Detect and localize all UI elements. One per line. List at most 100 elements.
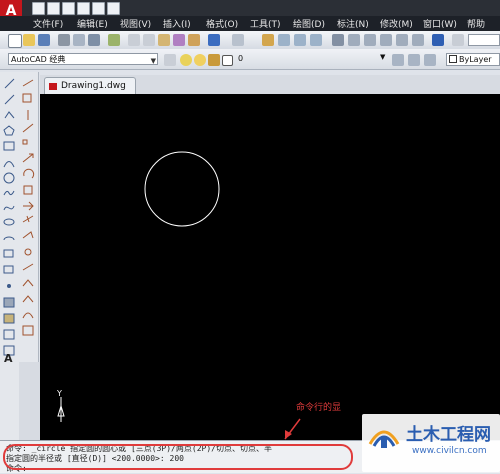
properties-icon[interactable] xyxy=(332,34,344,46)
color-label: ByLayer xyxy=(459,55,492,64)
zoom-window-icon[interactable] xyxy=(294,34,306,46)
layer-previous-icon[interactable] xyxy=(424,54,436,66)
construction-line-icon[interactable] xyxy=(4,94,15,105)
layer-properties-icon[interactable] xyxy=(392,54,404,66)
new-icon[interactable] xyxy=(32,2,45,15)
ellipse-arc-icon[interactable] xyxy=(3,236,15,241)
sheet-set-icon[interactable] xyxy=(380,34,392,46)
make-current-layer-icon[interactable] xyxy=(408,54,420,66)
rectangle-icon[interactable] xyxy=(3,141,15,151)
trim-icon[interactable] xyxy=(22,215,34,223)
menu-view[interactable]: 视图(V) xyxy=(120,17,151,30)
layer-lock-icon[interactable] xyxy=(208,54,220,66)
3d-dwf-icon[interactable] xyxy=(108,34,120,46)
stretch-icon[interactable] xyxy=(23,201,34,211)
zoom-realtime-icon[interactable] xyxy=(278,34,290,46)
document-tab[interactable]: Drawing1.dwg xyxy=(44,77,136,94)
copy-icon[interactable] xyxy=(143,34,155,46)
insert-block-icon[interactable] xyxy=(3,249,14,258)
match-properties-icon[interactable] xyxy=(173,34,185,46)
menu-format[interactable]: 格式(O) xyxy=(206,17,238,30)
annotation-text: 命令行的显 xyxy=(296,403,342,413)
layer-freeze-icon[interactable] xyxy=(194,54,206,66)
menu-file[interactable]: 文件(F) xyxy=(33,17,63,30)
multiline-text-icon[interactable]: A xyxy=(4,352,13,365)
menu-dimension[interactable]: 标注(N) xyxy=(337,17,369,30)
save-icon[interactable] xyxy=(38,34,50,46)
drawing-objects: Y xyxy=(56,151,301,440)
workspace-settings-icon[interactable] xyxy=(164,54,176,66)
spline-icon[interactable] xyxy=(3,205,15,211)
undo-icon[interactable] xyxy=(92,2,105,15)
arc-icon[interactable] xyxy=(3,161,15,168)
color-control[interactable]: ByLayer xyxy=(446,53,500,66)
menu-tools[interactable]: 工具(T) xyxy=(250,17,281,30)
ellipse-icon[interactable] xyxy=(3,218,15,226)
circle-icon[interactable] xyxy=(3,172,15,184)
calculator-icon[interactable] xyxy=(412,34,424,46)
text-style-icon[interactable] xyxy=(452,34,464,46)
open-icon[interactable] xyxy=(47,2,60,15)
text-style-dropdown[interactable] xyxy=(468,34,500,46)
menu-window[interactable]: 窗口(W) xyxy=(423,17,457,30)
chevron-down-icon: ▼ xyxy=(150,57,156,65)
print-icon[interactable] xyxy=(77,2,90,15)
markup-icon[interactable] xyxy=(396,34,408,46)
open-icon[interactable] xyxy=(23,34,35,46)
move-icon[interactable] xyxy=(22,153,34,163)
save-icon[interactable] xyxy=(62,2,75,15)
offset-icon[interactable] xyxy=(22,123,34,133)
menu-edit[interactable]: 编辑(E) xyxy=(77,17,108,30)
layer-dropdown[interactable]: 0 xyxy=(236,53,386,65)
explode-icon[interactable] xyxy=(22,325,34,336)
title-bar xyxy=(0,0,500,16)
region-icon[interactable] xyxy=(3,329,15,340)
menu-draw[interactable]: 绘图(D) xyxy=(293,17,325,30)
erase-icon[interactable] xyxy=(22,79,34,87)
redo-icon[interactable] xyxy=(107,2,120,15)
line-icon[interactable] xyxy=(4,78,15,89)
rotate-icon[interactable] xyxy=(23,168,35,179)
gradient-icon[interactable] xyxy=(3,313,15,324)
menu-modify[interactable]: 修改(M) xyxy=(380,17,413,30)
make-block-icon[interactable] xyxy=(3,265,14,274)
join-icon[interactable] xyxy=(22,279,34,287)
ucs-y-label: Y xyxy=(56,389,62,398)
print-icon[interactable] xyxy=(58,34,70,46)
zoom-previous-icon[interactable] xyxy=(310,34,322,46)
design-center-icon[interactable] xyxy=(348,34,360,46)
block-editor-icon[interactable] xyxy=(188,34,200,46)
redo-icon[interactable] xyxy=(232,34,244,46)
array-icon[interactable] xyxy=(22,139,28,145)
paste-icon[interactable] xyxy=(158,34,170,46)
copy-object-icon[interactable] xyxy=(22,93,32,103)
new-icon[interactable] xyxy=(8,34,22,48)
extend-icon[interactable] xyxy=(22,231,34,239)
undo-icon[interactable] xyxy=(208,34,220,46)
watermark-title: 土木工程网 xyxy=(406,425,491,445)
preview-icon[interactable] xyxy=(73,34,85,46)
break-at-point-icon[interactable] xyxy=(24,248,32,256)
drawn-circle[interactable] xyxy=(144,151,220,227)
hatch-icon[interactable] xyxy=(3,297,15,308)
point-icon[interactable] xyxy=(7,284,11,288)
pan-icon[interactable] xyxy=(262,34,274,46)
fillet-icon[interactable] xyxy=(22,312,34,319)
menu-insert[interactable]: 插入(I) xyxy=(163,17,191,30)
workspace-dropdown[interactable]: AutoCAD 经典 ▼ xyxy=(8,53,158,65)
polygon-icon[interactable] xyxy=(3,125,15,136)
polyline-icon[interactable] xyxy=(4,111,15,119)
tool-palettes-icon[interactable] xyxy=(364,34,376,46)
workspace-label: AutoCAD 经典 xyxy=(11,55,66,64)
scale-icon[interactable] xyxy=(23,185,33,195)
break-icon[interactable] xyxy=(22,263,34,271)
menu-help[interactable]: 帮助 xyxy=(467,17,485,30)
layer-color-icon[interactable] xyxy=(222,55,233,66)
layer-on-icon[interactable] xyxy=(180,54,192,66)
cut-icon[interactable] xyxy=(128,34,140,46)
chamfer-icon[interactable] xyxy=(22,295,34,303)
help-icon[interactable] xyxy=(432,34,444,46)
revision-cloud-icon[interactable] xyxy=(3,190,15,196)
chevron-down-icon[interactable]: ▼ xyxy=(380,53,385,61)
publish-icon[interactable] xyxy=(88,34,100,46)
